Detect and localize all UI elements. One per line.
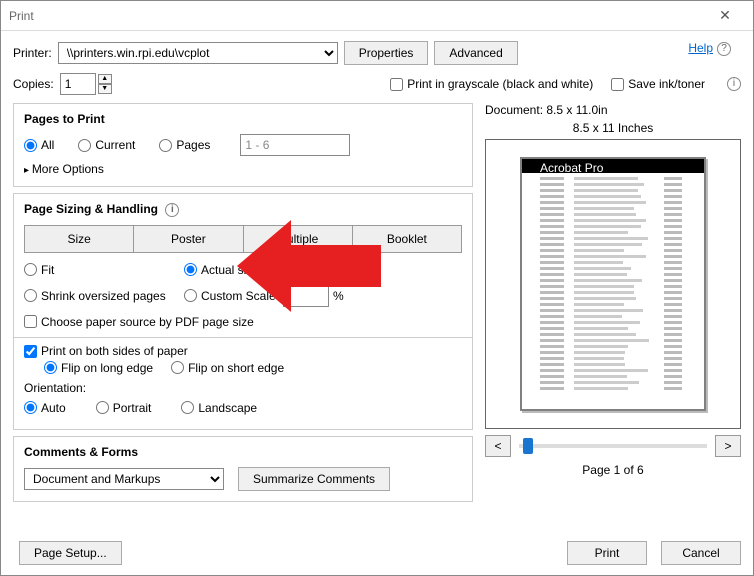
spin-down-icon: ▼: [98, 84, 112, 94]
window-title: Print: [9, 9, 34, 23]
shrink-radio[interactable]: Shrink oversized pages: [24, 285, 184, 307]
page-slider[interactable]: [519, 444, 707, 448]
cancel-button[interactable]: Cancel: [661, 541, 741, 565]
flip-short-radio[interactable]: Flip on short edge: [171, 361, 284, 375]
document-size-text: Document: 8.5 x 11.0in: [485, 103, 741, 117]
actual-size-radio[interactable]: Actual size: [184, 263, 462, 277]
close-icon[interactable]: ✕: [705, 7, 745, 24]
summarize-comments-button[interactable]: Summarize Comments: [238, 467, 390, 491]
comments-group: Comments & Forms Document and Markups Su…: [13, 436, 473, 502]
spin-up-icon: ▲: [98, 74, 112, 84]
pages-range-input[interactable]: [240, 134, 350, 156]
printer-select[interactable]: \\printers.win.rpi.edu\vcplot: [58, 42, 338, 64]
flip-long-radio[interactable]: Flip on long edge: [44, 361, 153, 375]
pages-pages-radio[interactable]: Pages: [159, 138, 210, 152]
copies-label: Copies:: [13, 77, 54, 91]
info-icon: i: [165, 203, 179, 217]
size-tab[interactable]: Size: [24, 225, 134, 253]
sizing-group: Page Sizing & Handling i Size Poster Mul…: [13, 193, 473, 430]
custom-scale-radio[interactable]: Custom Scale:: [184, 289, 279, 303]
comments-title: Comments & Forms: [24, 445, 462, 459]
help-icon: ?: [717, 42, 731, 56]
save-ink-checkbox[interactable]: Save ink/toner: [611, 77, 705, 91]
prev-page-button[interactable]: <: [485, 435, 511, 457]
page-counter: Page 1 of 6: [485, 463, 741, 477]
pages-current-radio[interactable]: Current: [78, 138, 135, 152]
scale-input[interactable]: [283, 285, 329, 307]
orient-landscape-radio[interactable]: Landscape: [181, 401, 257, 415]
print-preview: Acrobat Pro: [485, 139, 741, 429]
slider-thumb[interactable]: [523, 438, 533, 454]
pages-all-radio[interactable]: All: [24, 138, 54, 152]
comments-select[interactable]: Document and Markups: [24, 468, 224, 490]
preview-page: Acrobat Pro: [520, 157, 706, 411]
fit-radio[interactable]: Fit: [24, 263, 184, 277]
orientation-label: Orientation:: [24, 381, 462, 395]
help-link[interactable]: Help?: [688, 41, 731, 56]
printer-label: Printer:: [13, 46, 52, 60]
paper-size-text: 8.5 x 11 Inches: [485, 121, 741, 135]
orient-portrait-radio[interactable]: Portrait: [96, 401, 152, 415]
advanced-button[interactable]: Advanced: [434, 41, 517, 65]
info-icon: i: [727, 77, 741, 91]
properties-button[interactable]: Properties: [344, 41, 429, 65]
more-options-toggle[interactable]: More Options: [24, 162, 462, 176]
grayscale-checkbox[interactable]: Print in grayscale (black and white): [390, 77, 593, 91]
print-button[interactable]: Print: [567, 541, 647, 565]
orient-auto-radio[interactable]: Auto: [24, 401, 66, 415]
pages-to-print-group: Pages to Print All Current Pages More Op…: [13, 103, 473, 187]
choose-paper-checkbox[interactable]: Choose paper source by PDF page size: [24, 315, 254, 329]
copies-spinner[interactable]: ▲▼: [98, 74, 112, 94]
booklet-tab[interactable]: Booklet: [353, 225, 462, 253]
both-sides-checkbox[interactable]: Print on both sides of paper: [24, 344, 188, 358]
pages-title: Pages to Print: [24, 112, 462, 126]
sizing-title: Page Sizing & Handling i: [24, 202, 462, 217]
titlebar: Print ✕: [1, 1, 753, 31]
next-page-button[interactable]: >: [715, 435, 741, 457]
page-setup-button[interactable]: Page Setup...: [19, 541, 122, 565]
poster-tab[interactable]: Poster: [134, 225, 243, 253]
copies-input[interactable]: [60, 73, 96, 95]
multiple-tab[interactable]: Multiple: [244, 225, 353, 253]
